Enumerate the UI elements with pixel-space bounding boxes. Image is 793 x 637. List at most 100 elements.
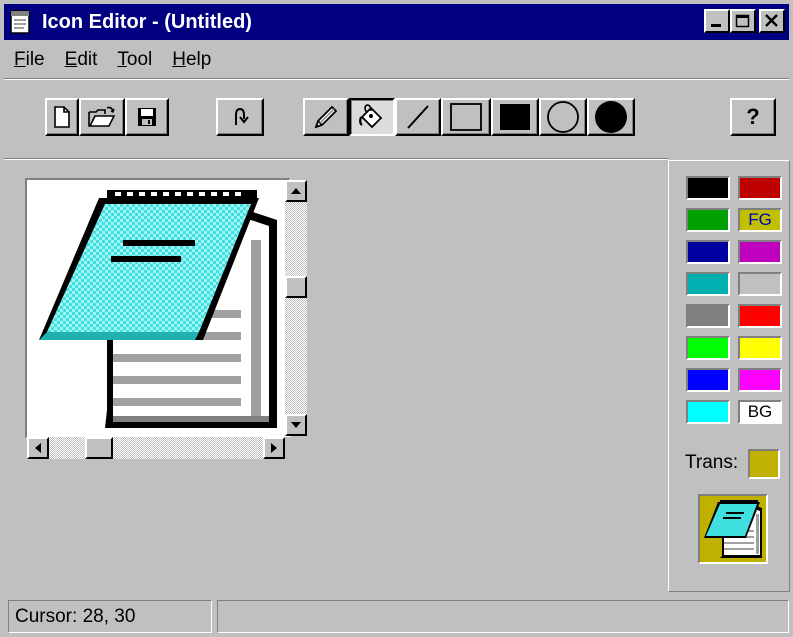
line-tool-button[interactable] <box>395 98 441 136</box>
swatch-color <box>740 178 780 198</box>
swatch-color <box>688 210 728 230</box>
help-label: ? <box>746 104 760 129</box>
new-file-button[interactable] <box>45 98 79 136</box>
menu-separator <box>4 78 789 80</box>
menu-bar: File Edit Tool Help <box>4 44 221 76</box>
menu-help-accel: H <box>172 49 186 70</box>
horizontal-scrollbar[interactable] <box>27 437 285 459</box>
window-title: Icon Editor - (Untitled) <box>42 10 252 33</box>
open-folder-icon <box>88 106 116 127</box>
foreground-label: FG <box>748 210 772 229</box>
help-button[interactable]: ? <box>730 98 776 136</box>
swatch-color <box>688 402 728 422</box>
scroll-right-button[interactable] <box>263 437 285 459</box>
swatch-color: FG <box>740 210 780 230</box>
filled-rectangle-tool-button[interactable] <box>491 98 539 136</box>
palette-swatch[interactable] <box>686 336 730 360</box>
new-file-icon <box>54 106 70 128</box>
fill-bucket-icon <box>359 104 383 129</box>
swatch-color <box>688 178 728 198</box>
vertical-scroll-thumb[interactable] <box>285 276 307 298</box>
palette-swatch[interactable] <box>738 240 782 264</box>
ellipse-tool-button[interactable] <box>539 98 587 136</box>
swatch-color <box>740 338 780 358</box>
close-icon <box>765 14 778 27</box>
pencil-tool-button[interactable] <box>303 98 349 136</box>
filled-ellipse-tool-button[interactable] <box>587 98 635 136</box>
scroll-down-button[interactable] <box>285 414 307 436</box>
icon-preview <box>698 494 768 564</box>
scroll-up-button[interactable] <box>285 180 307 202</box>
palette-swatch[interactable] <box>686 304 730 328</box>
maximize-icon <box>735 14 750 28</box>
palette-swatch[interactable] <box>738 368 782 392</box>
fill-bucket-tool-button[interactable] <box>349 98 395 136</box>
transparent-color-swatch[interactable] <box>748 449 780 479</box>
minimize-button[interactable] <box>704 9 730 33</box>
swatch-color <box>688 338 728 358</box>
title-bar[interactable]: Icon Editor - (Untitled) <box>4 4 789 40</box>
swatch-color <box>688 274 728 294</box>
menu-tool[interactable]: Tool <box>107 49 162 71</box>
palette-swatch[interactable]: FG <box>738 208 782 232</box>
menu-edit[interactable]: Edit <box>55 49 108 71</box>
close-button[interactable] <box>759 9 785 33</box>
rectangle-filled-icon <box>500 104 530 130</box>
menu-file[interactable]: File <box>4 49 55 71</box>
menu-help[interactable]: Help <box>162 49 221 71</box>
menu-tool-label: ool <box>126 49 153 70</box>
rectangle-tool-button[interactable] <box>441 98 491 136</box>
menu-file-label: ile <box>25 49 45 70</box>
arrow-right-icon <box>271 443 277 453</box>
palette-swatch[interactable] <box>686 368 730 392</box>
menu-help-label: elp <box>185 49 212 70</box>
ellipse-outline-icon <box>547 101 579 133</box>
notepad-icon-preview <box>704 500 762 558</box>
status-cursor: Cursor: 28, 30 <box>8 600 212 633</box>
trans-label: Trans: <box>685 452 739 473</box>
toolbar-separator <box>4 158 668 160</box>
palette-swatch[interactable] <box>686 176 730 200</box>
scroll-left-button[interactable] <box>27 437 49 459</box>
palette-swatch[interactable] <box>738 304 782 328</box>
palette-swatch[interactable] <box>686 240 730 264</box>
status-message-pane <box>217 600 789 633</box>
menu-edit-accel: E <box>64 49 78 70</box>
line-icon <box>407 105 429 129</box>
swatch-color <box>740 306 780 326</box>
swatch-color: BG <box>740 402 780 422</box>
arrow-left-icon <box>35 443 41 453</box>
palette-swatch[interactable] <box>738 176 782 200</box>
rectangle-outline-icon <box>450 103 482 131</box>
save-file-button[interactable] <box>125 98 169 136</box>
scroll-corner <box>285 437 307 459</box>
vertical-scrollbar[interactable] <box>285 180 307 436</box>
undo-icon <box>235 107 249 125</box>
pencil-icon <box>314 105 338 129</box>
swatch-color <box>688 242 728 262</box>
background-label: BG <box>747 402 773 421</box>
open-file-button[interactable] <box>79 98 125 136</box>
notepad-icon-zoomed <box>39 190 277 428</box>
menu-tool-accel: T <box>117 49 127 70</box>
swatch-color <box>688 370 728 390</box>
palette-swatch[interactable] <box>738 272 782 296</box>
horizontal-scroll-track[interactable] <box>49 437 263 459</box>
maximize-button[interactable] <box>730 9 756 33</box>
palette-swatch[interactable] <box>686 272 730 296</box>
palette-swatch[interactable]: BG <box>738 400 782 424</box>
swatch-color <box>740 370 780 390</box>
palette-swatch[interactable] <box>686 400 730 424</box>
menu-file-accel: F <box>14 49 26 70</box>
palette-swatch[interactable] <box>738 336 782 360</box>
undo-button[interactable] <box>216 98 264 136</box>
arrow-down-icon <box>291 422 301 428</box>
minimize-icon <box>711 24 721 27</box>
icon-editor-window: Icon Editor - (Untitled) File Edit Tool … <box>0 0 793 637</box>
horizontal-scroll-thumb[interactable] <box>85 437 113 459</box>
icon-edit-canvas[interactable] <box>25 178 291 439</box>
vertical-scroll-track[interactable] <box>285 202 307 414</box>
palette-swatch[interactable] <box>686 208 730 232</box>
toolbar: ? <box>0 82 793 154</box>
app-notepad-icon <box>8 8 34 36</box>
